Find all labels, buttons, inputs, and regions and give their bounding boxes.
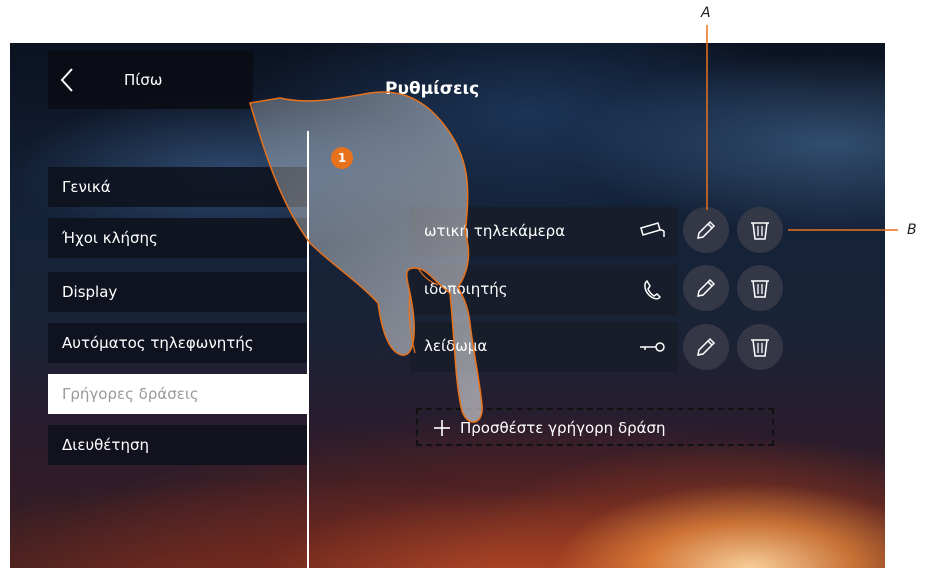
callout-label-a: A	[701, 5, 711, 21]
step-badge: 1	[331, 147, 353, 169]
pointing-hand-illustration	[249, 91, 483, 423]
device-screen: Πίσω Ρυθμίσεις Γενικά Ήχοι κλήσης Displa…	[10, 43, 885, 568]
callout-label-b: B	[907, 222, 917, 238]
